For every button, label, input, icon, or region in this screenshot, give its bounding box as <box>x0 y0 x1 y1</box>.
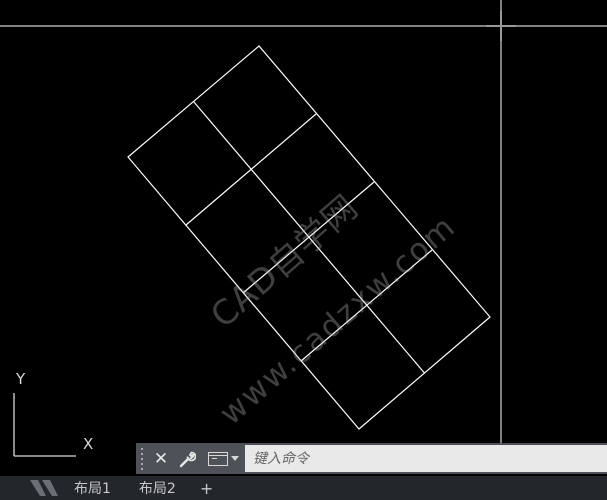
tab-layout2[interactable]: 布局2 <box>125 476 190 500</box>
ucs-x-label: X <box>83 435 94 453</box>
autocad-drawing-window: CAD自学网 www.cadzxw.com Y X ✕ 布局1 布局2 <box>0 0 607 500</box>
grid-row-line-3 <box>300 249 433 362</box>
autodesk-logo-icon <box>0 476 60 500</box>
close-icon[interactable]: ✕ <box>148 443 174 474</box>
rotated-grid[interactable] <box>127 45 491 430</box>
command-line: ✕ <box>136 443 607 474</box>
tab-layout1[interactable]: 布局1 <box>60 476 125 500</box>
crosshair-pickbox <box>486 11 516 41</box>
command-line-grip[interactable] <box>136 443 148 474</box>
grid-row-line-1 <box>185 113 317 226</box>
command-input[interactable] <box>245 445 607 472</box>
wrench-icon[interactable] <box>174 443 200 474</box>
drawing-canvas[interactable] <box>0 0 607 500</box>
recent-commands-dropdown[interactable] <box>204 443 245 474</box>
layout-tabs: 布局1 布局2 + <box>0 476 607 500</box>
command-prompt-icon <box>208 451 228 466</box>
grid-row-line-2 <box>242 181 375 294</box>
chevron-down-icon <box>231 456 239 461</box>
ucs-icon <box>13 393 76 457</box>
ucs-y-label: Y <box>16 370 26 388</box>
add-layout-button[interactable]: + <box>190 476 223 500</box>
